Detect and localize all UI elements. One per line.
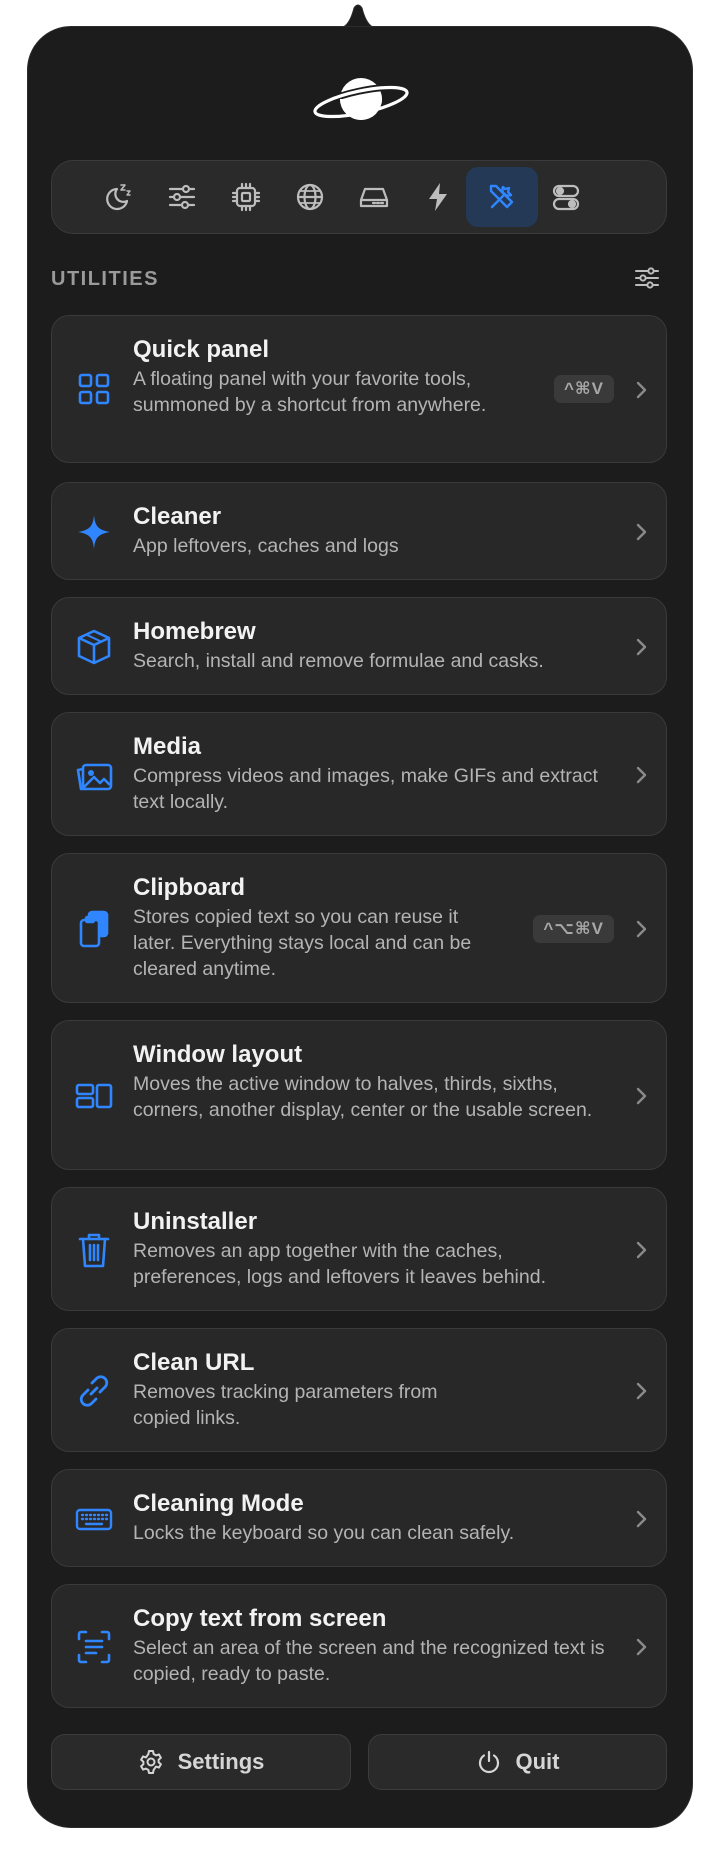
toggles-icon <box>552 184 580 211</box>
globe-icon <box>296 183 324 211</box>
sleep-moon-icon <box>106 184 131 211</box>
utility-card-quick-panel[interactable]: Quick panel A floating panel with your f… <box>51 315 667 463</box>
chevron-right-icon <box>636 920 647 938</box>
chevron-right-icon <box>636 1241 647 1259</box>
shortcut-badge: ^⌘V <box>553 375 614 403</box>
chevron-right-icon <box>636 1638 647 1656</box>
utility-card-media[interactable]: Media Compress videos and images, make G… <box>51 712 667 836</box>
card-description: App leftovers, caches and logs <box>133 535 399 557</box>
card-title: Uninstaller <box>133 1208 258 1235</box>
filter-sliders-icon[interactable] <box>633 264 661 292</box>
sliders-icon <box>168 184 196 210</box>
chevron-right-icon <box>636 381 647 399</box>
card-title: Clipboard <box>133 874 245 901</box>
tab-sleep[interactable] <box>82 167 154 227</box>
card-description: Moves the active window to halves, third… <box>133 1073 593 1121</box>
box-icon <box>77 629 111 665</box>
card-description: Search, install and remove formulae and … <box>133 650 544 672</box>
tab-storage[interactable] <box>338 167 410 227</box>
settings-label: Settings <box>177 1749 265 1774</box>
chevron-right-icon <box>636 638 647 656</box>
utility-card-window-layout[interactable]: Window layout Moves the active window to… <box>51 1020 667 1170</box>
settings-button[interactable]: Settings <box>51 1734 351 1790</box>
utility-card-clean-url[interactable]: Clean URL Removes tracking parameters fr… <box>51 1328 667 1452</box>
card-title: Quick panel <box>133 336 270 363</box>
category-tabbar <box>51 160 667 234</box>
chevron-right-icon <box>636 766 647 784</box>
cpu-chip-icon <box>231 182 261 212</box>
card-description: Locks the keyboard so you can clean safe… <box>133 1522 515 1544</box>
chevron-right-icon <box>636 523 647 541</box>
card-description: Select an area of the screen and the rec… <box>133 1637 605 1685</box>
card-title: Homebrew <box>133 618 256 645</box>
card-title: Copy text from screen <box>133 1605 387 1632</box>
quit-label: Quit <box>515 1749 560 1774</box>
card-description: Removes an app together with the caches,… <box>133 1240 546 1288</box>
gear-icon <box>139 1750 162 1774</box>
text-scan-icon <box>77 1630 111 1664</box>
power-icon <box>478 1750 499 1774</box>
card-title: Clean URL <box>133 1349 255 1376</box>
chevron-right-icon <box>636 1510 647 1528</box>
keyboard-icon <box>75 1508 113 1531</box>
bolt-icon <box>429 183 447 211</box>
tab-utilities[interactable] <box>466 167 538 227</box>
card-description: Compress videos and images, make GIFs an… <box>133 765 598 813</box>
utility-card-cleaning-mode[interactable]: Cleaning Mode Locks the keyboard so you … <box>51 1469 667 1567</box>
quit-button[interactable]: Quit <box>368 1734 667 1790</box>
utility-card-clipboard[interactable]: Clipboard Stores copied text so you can … <box>51 853 667 1003</box>
tab-toggles[interactable] <box>530 167 602 227</box>
card-title: Cleaner <box>133 503 222 530</box>
trash-icon <box>78 1233 110 1268</box>
card-description: Stores copied text so you can reuse it l… <box>133 906 472 980</box>
tab-cpu[interactable] <box>210 167 282 227</box>
shortcut-badge: ^⌥⌘V <box>533 915 614 943</box>
window-layout-icon <box>75 1083 113 1109</box>
sparkle-icon <box>78 515 110 549</box>
tab-controls[interactable] <box>146 167 218 227</box>
saturn-icon <box>311 78 411 121</box>
tools-icon <box>489 184 514 209</box>
tab-network[interactable] <box>274 167 346 227</box>
chevron-right-icon <box>636 1382 647 1400</box>
photos-icon <box>76 763 113 791</box>
grid-icon <box>78 373 110 405</box>
card-title: Window layout <box>133 1041 303 1068</box>
tab-battery[interactable] <box>402 167 474 227</box>
card-description: Removes tracking parameters from copied … <box>133 1381 438 1429</box>
card-description: A floating panel with your favorite tool… <box>133 368 487 416</box>
utility-card-copy-text-from-screen[interactable]: Copy text from screen Select an area of … <box>51 1584 667 1708</box>
utility-card-cleaner[interactable]: Cleaner App leftovers, caches and logs <box>51 482 667 580</box>
clipboard-icon <box>79 910 109 948</box>
utility-card-homebrew[interactable]: Homebrew Search, install and remove form… <box>51 597 667 695</box>
section-title: UTILITIES <box>51 268 159 290</box>
disk-drive-icon <box>359 187 389 208</box>
chevron-right-icon <box>636 1087 647 1105</box>
link-icon <box>79 1375 109 1407</box>
utility-card-uninstaller[interactable]: Uninstaller Removes an app together with… <box>51 1187 667 1311</box>
card-title: Media <box>133 733 202 760</box>
section-header: UTILITIES <box>51 264 667 294</box>
card-title: Cleaning Mode <box>133 1490 304 1517</box>
